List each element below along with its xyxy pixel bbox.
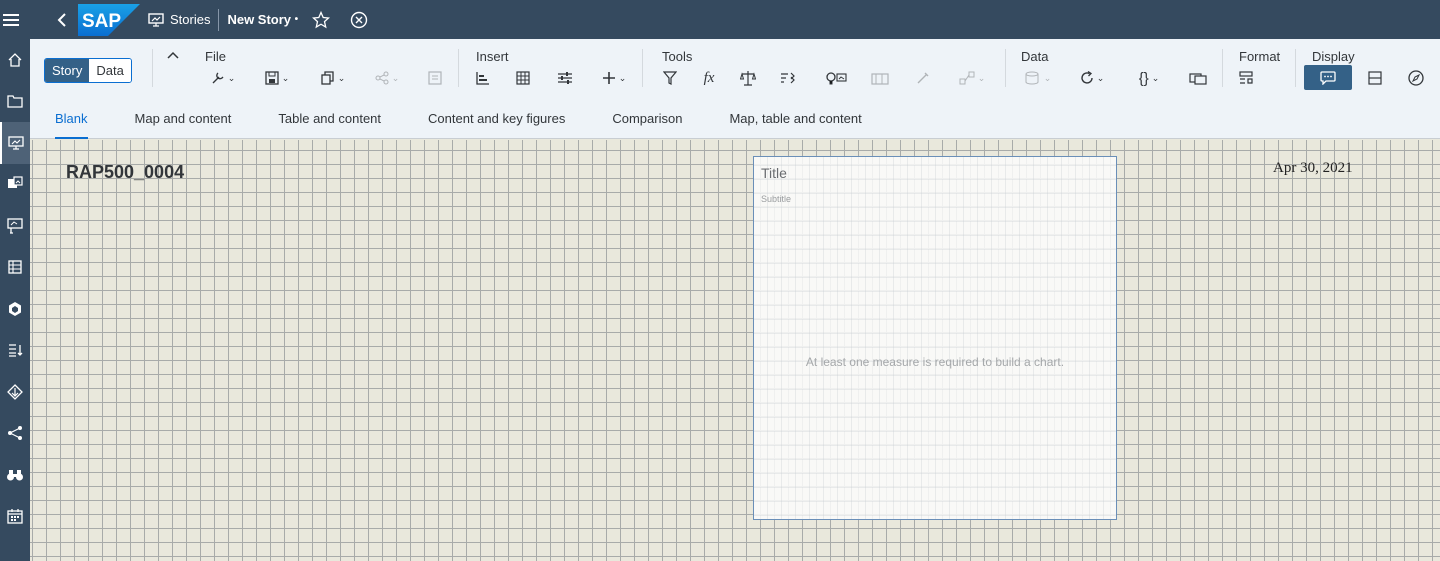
balance-scale-icon[interactable]: [735, 68, 761, 88]
stories-button[interactable]: Stories: [148, 12, 210, 27]
chart-widget[interactable]: Title Subtitle At least one measure is r…: [753, 156, 1117, 520]
sap-logo[interactable]: SAP: [78, 3, 140, 36]
unsaved-marker: •: [294, 14, 299, 25]
data-import-icon[interactable]: [0, 330, 30, 372]
stories-icon: [148, 12, 164, 27]
digital-boardroom-icon[interactable]: [0, 205, 30, 247]
shell-bar: SAP Stories New Story •: [0, 0, 1440, 39]
favorite-star-icon[interactable]: [306, 0, 336, 39]
comment-icon: [1320, 70, 1336, 85]
folder-icon[interactable]: [0, 81, 30, 123]
tools-group-label: Tools: [662, 49, 693, 64]
sort-icon[interactable]: [775, 68, 801, 88]
file-group-label: File: [205, 49, 226, 64]
insert-input-control-icon[interactable]: [552, 68, 578, 88]
comment-mode-button[interactable]: [1304, 65, 1352, 90]
refresh-icon[interactable]: ⌄: [1074, 68, 1110, 88]
template-tab[interactable]: Blank: [55, 111, 88, 139]
analytic-application-icon[interactable]: [0, 164, 30, 206]
insert-group-label: Insert: [476, 49, 509, 64]
edit-tools-icon[interactable]: ⌄: [206, 68, 240, 88]
template-tab[interactable]: Table and content: [278, 111, 381, 139]
story-title: New Story •: [227, 12, 299, 27]
panel-layout-icon[interactable]: [1362, 68, 1388, 88]
save-icon[interactable]: ⌄: [260, 68, 294, 88]
template-tab[interactable]: Comparison: [612, 111, 682, 139]
chart-subtitle[interactable]: Subtitle: [761, 194, 791, 204]
toolbar-divider: [1005, 49, 1006, 87]
formula-fx-icon[interactable]: fx: [696, 68, 722, 88]
insert-chart-icon[interactable]: [470, 68, 496, 88]
geo-map-icon[interactable]: [867, 68, 893, 88]
sap-logo-text: SAP: [82, 11, 121, 32]
filter-icon[interactable]: [657, 68, 683, 88]
copy-icon[interactable]: ⌄: [316, 68, 350, 88]
story-data-toggle: Story Data: [44, 58, 132, 83]
data-preview-icon[interactable]: [1185, 68, 1211, 88]
home-icon[interactable]: [0, 39, 30, 81]
binoculars-icon[interactable]: [0, 454, 30, 496]
toolbar-divider: [1295, 49, 1296, 87]
chart-empty-message: At least one measure is required to buil…: [805, 355, 1065, 369]
data-mode-button[interactable]: Data: [89, 59, 131, 82]
story-toolbar: Story Data File ⌄ ⌄ ⌄ ⌄ Insert ⌄ Tools f…: [30, 39, 1440, 139]
modeler-icon[interactable]: [0, 247, 30, 289]
stories-label: Stories: [170, 12, 211, 27]
toolbar-divider: [152, 49, 153, 87]
scripting-braces-icon[interactable]: {} ⌄: [1130, 68, 1168, 88]
template-tab[interactable]: Map, table and content: [729, 111, 861, 139]
share-icon[interactable]: ⌄: [370, 68, 404, 88]
back-icon[interactable]: [52, 0, 72, 39]
chart-title[interactable]: Title: [761, 165, 787, 181]
share-network-icon[interactable]: [0, 413, 30, 455]
close-circle-icon[interactable]: [344, 0, 374, 39]
eraser-icon[interactable]: [910, 68, 936, 88]
insert-more-icon[interactable]: ⌄: [596, 68, 632, 88]
page-date[interactable]: Apr 30, 2021: [1273, 160, 1353, 177]
format-layout-icon[interactable]: [1233, 68, 1259, 88]
smart-insights-icon[interactable]: [821, 68, 851, 88]
linked-analysis-icon[interactable]: ⌄: [952, 68, 992, 88]
display-group-label: Display: [1312, 49, 1355, 64]
page-title[interactable]: RAP500_0004: [66, 162, 184, 183]
compass-icon[interactable]: [1403, 68, 1429, 88]
story-mode-button[interactable]: Story: [45, 59, 90, 82]
data-group-label: Data: [1021, 49, 1049, 64]
data-source-icon[interactable]: ⌄: [1018, 68, 1058, 88]
insert-table-icon[interactable]: [510, 68, 536, 88]
menu-icon[interactable]: [0, 0, 22, 39]
toolbar-divider: [1222, 49, 1223, 87]
side-navigation: [0, 39, 30, 561]
story-canvas[interactable]: RAP500_0004 Apr 30, 2021 Title Subtitle …: [30, 140, 1440, 561]
collapse-toolbar-icon[interactable]: [167, 47, 179, 62]
format-group-label: Format: [1239, 49, 1281, 64]
template-tabs: Blank Map and content Table and content Con…: [55, 111, 909, 139]
template-tab[interactable]: Content and key figures: [428, 111, 565, 139]
toolbar-divider: [458, 49, 459, 87]
template-tab[interactable]: Map and content: [135, 111, 232, 139]
data-analyzer-icon[interactable]: [0, 288, 30, 330]
export-icon[interactable]: [422, 68, 448, 88]
toolbar-divider: [642, 49, 643, 87]
shell-divider: [218, 8, 220, 31]
calendar-icon[interactable]: [0, 496, 30, 538]
data-integration-icon[interactable]: [0, 371, 30, 413]
stories-nav-icon[interactable]: [0, 122, 30, 164]
